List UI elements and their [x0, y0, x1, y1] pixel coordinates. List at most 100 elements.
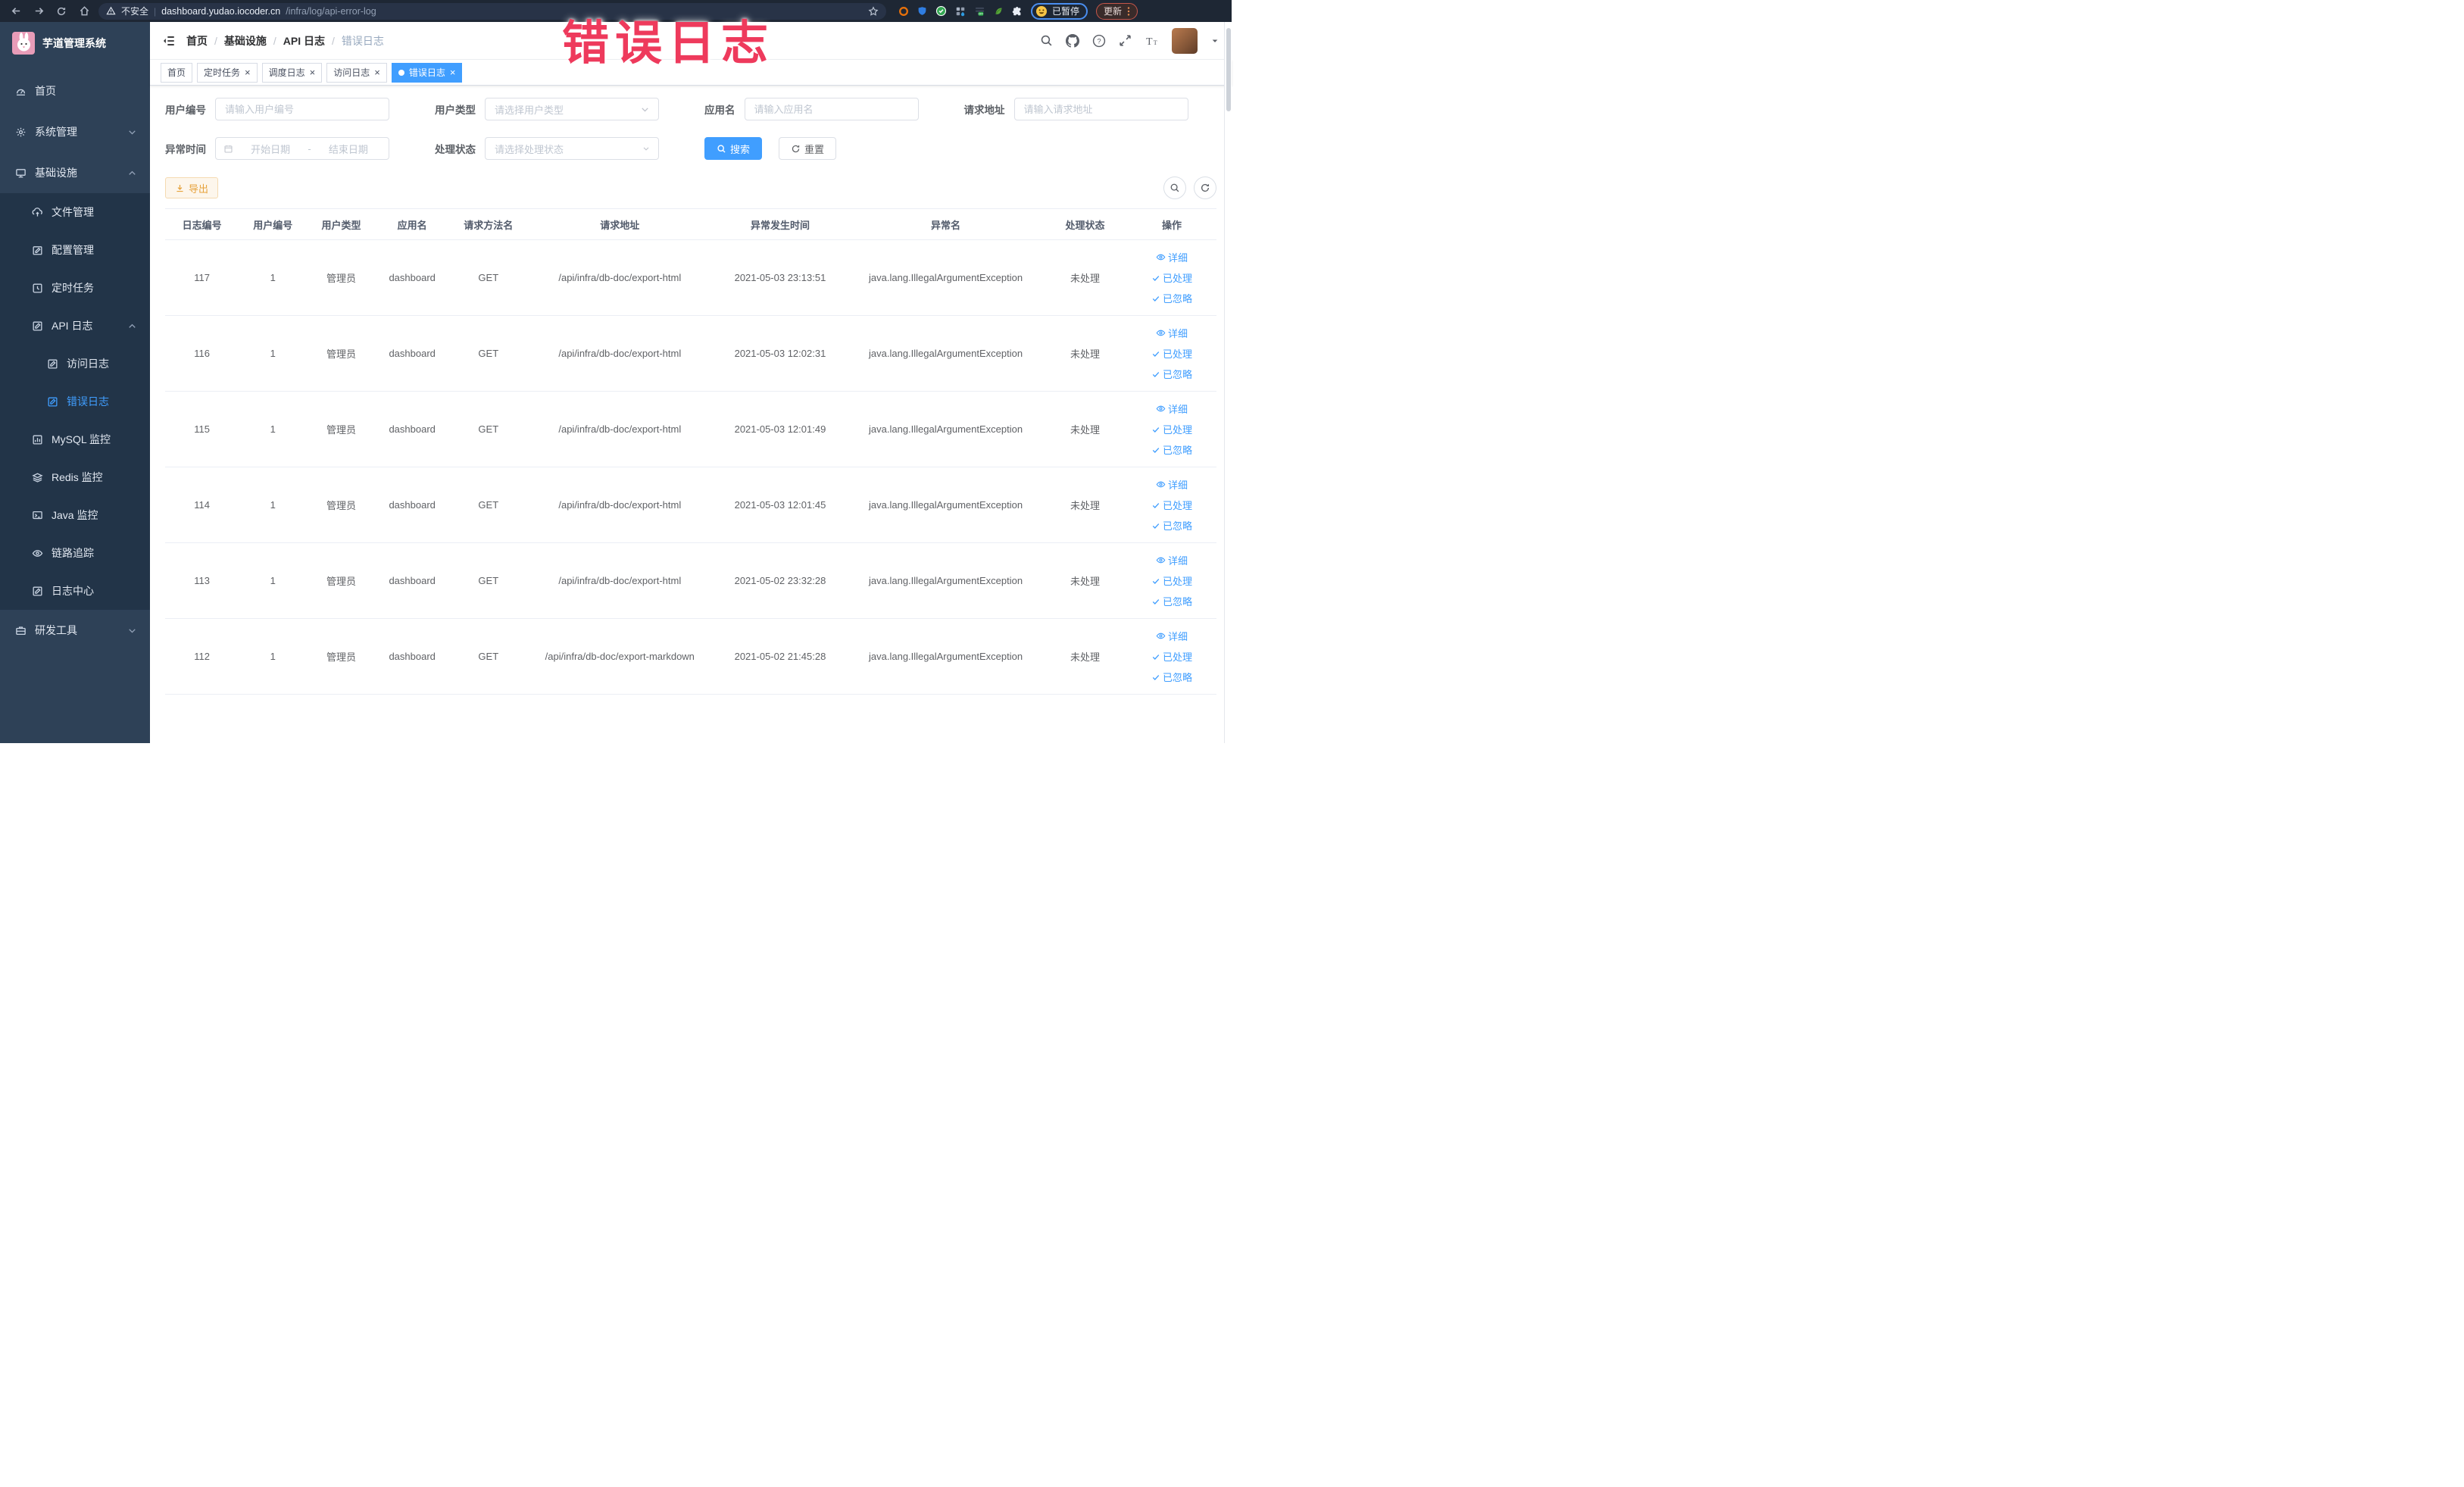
docs-help-icon[interactable]: ?: [1092, 34, 1106, 48]
refresh-table-button[interactable]: [1194, 177, 1216, 199]
tab-job-log[interactable]: 调度日志 ×: [261, 62, 323, 83]
reset-button[interactable]: 重置: [779, 137, 837, 160]
sidebar-item-tracing[interactable]: 链路追踪: [0, 534, 150, 572]
close-icon[interactable]: ×: [245, 67, 251, 77]
extensions-puzzle-icon[interactable]: [1012, 6, 1023, 17]
cell-id: 114: [194, 499, 210, 511]
caret-down-icon[interactable]: [1210, 36, 1220, 45]
detail-action[interactable]: 详细: [1156, 401, 1188, 416]
breadcrumb-home[interactable]: 首页: [186, 33, 208, 48]
search-button[interactable]: 搜索: [704, 137, 763, 160]
processed-action[interactable]: 已处理: [1151, 270, 1192, 285]
tab-job[interactable]: 定时任务 ×: [197, 62, 258, 83]
processed-action[interactable]: 已处理: [1151, 573, 1192, 588]
processed-action[interactable]: 已处理: [1151, 649, 1192, 664]
column-header: 用户编号: [253, 219, 293, 231]
toggle-search-button[interactable]: [1163, 177, 1186, 199]
cell-user-type: 管理员: [326, 273, 356, 284]
sidebar-item-job[interactable]: 定时任务: [0, 269, 150, 307]
bookmark-star-icon[interactable]: [868, 5, 879, 17]
sidebar-item-api-log[interactable]: API 日志: [0, 307, 150, 345]
update-button[interactable]: 更新: [1096, 2, 1138, 20]
layers-icon: [32, 472, 43, 483]
hamburger-icon[interactable]: [162, 34, 176, 48]
detail-action[interactable]: 详细: [1156, 326, 1188, 340]
extension-icon[interactable]: [935, 5, 947, 17]
sidebar-item-access-log[interactable]: 访问日志: [0, 345, 150, 383]
export-button[interactable]: 导出: [165, 177, 219, 198]
page-scrollbar[interactable]: [1224, 22, 1232, 743]
table-row: 113 1 管理员 dashboard GET/api/infra/db-doc/exp…: [165, 543, 1216, 619]
font-size-icon[interactable]: TT: [1145, 34, 1159, 47]
detail-action[interactable]: 详细: [1156, 629, 1188, 643]
user-id-field[interactable]: [215, 98, 389, 120]
scrollbar-thumb[interactable]: [1226, 28, 1231, 111]
menu-kebab-icon[interactable]: [1127, 6, 1130, 17]
extension-icon[interactable]: [994, 6, 1004, 16]
ignore-action[interactable]: 已忽略: [1151, 670, 1192, 684]
sidebar-item-infra[interactable]: 基础设施: [0, 152, 150, 193]
req-url-field-group: 请求地址: [964, 98, 1188, 120]
processed-action[interactable]: 已处理: [1151, 346, 1192, 361]
home-button[interactable]: [76, 3, 92, 20]
date-start-placeholder[interactable]: 开始日期: [238, 142, 303, 156]
security-label[interactable]: 不安全: [121, 5, 148, 17]
user-id-field-group: 用户编号: [165, 98, 389, 120]
user-type-field[interactable]: 请选择用户类型: [485, 98, 659, 120]
breadcrumb-api-log[interactable]: API 日志: [283, 33, 325, 48]
date-range-picker[interactable]: 开始日期 - 结束日期: [215, 137, 389, 160]
cell-user-type: 管理员: [326, 651, 356, 663]
ignore-action[interactable]: 已忽略: [1151, 518, 1192, 533]
tab-error-log[interactable]: 错误日志 ×: [391, 62, 463, 83]
sidebar-item-label: 定时任务: [52, 282, 94, 294]
extension-icon[interactable]: [898, 6, 909, 17]
back-button[interactable]: [8, 3, 24, 20]
detail-action[interactable]: 详细: [1156, 477, 1188, 492]
forward-button[interactable]: [30, 3, 47, 20]
github-icon[interactable]: [1066, 33, 1079, 48]
close-icon[interactable]: ×: [374, 67, 380, 77]
processed-action[interactable]: 已处理: [1151, 422, 1192, 436]
sidebar-item-error-log[interactable]: 错误日志: [0, 383, 150, 420]
sidebar-item-label: 系统管理: [35, 126, 77, 138]
sidebar-item-log-center[interactable]: 日志中心: [0, 572, 150, 610]
ignore-action[interactable]: 已忽略: [1151, 442, 1192, 457]
close-icon[interactable]: ×: [310, 67, 316, 77]
cell-url: /api/infra/db-doc/export-html: [558, 423, 682, 435]
sidebar-item-redis[interactable]: Redis 监控: [0, 458, 150, 496]
svg-text:?: ?: [1097, 37, 1101, 45]
extension-icon[interactable]: [955, 6, 966, 17]
extension-icon[interactable]: [917, 6, 927, 16]
clock-icon: [32, 283, 43, 294]
column-header: 请求地址: [600, 219, 640, 231]
status-select[interactable]: 请选择处理状态: [485, 137, 659, 160]
search-icon[interactable]: [1040, 34, 1053, 47]
ignore-action[interactable]: 已忽略: [1151, 367, 1192, 381]
sidebar-item-file[interactable]: 文件管理: [0, 193, 150, 231]
tab-home[interactable]: 首页: [161, 62, 193, 83]
ignore-action[interactable]: 已忽略: [1151, 291, 1192, 305]
detail-action[interactable]: 详细: [1156, 250, 1188, 264]
sidebar-item-config[interactable]: 配置管理: [0, 231, 150, 269]
breadcrumb-infra[interactable]: 基础设施: [224, 33, 267, 48]
fullscreen-icon[interactable]: [1119, 34, 1132, 47]
sidebar-item-mysql[interactable]: MySQL 监控: [0, 420, 150, 458]
tab-access-log[interactable]: 访问日志 ×: [326, 62, 387, 83]
date-end-placeholder[interactable]: 结束日期: [316, 142, 381, 156]
sidebar-item-system[interactable]: 系统管理: [0, 111, 150, 152]
sidebar-item-java[interactable]: Java 监控: [0, 496, 150, 534]
extension-icon[interactable]: OFF: [974, 5, 985, 17]
close-icon[interactable]: ×: [450, 67, 456, 77]
profile-badge[interactable]: 已暂停: [1031, 2, 1088, 20]
sidebar-item-dev-tools[interactable]: 研发工具: [0, 610, 150, 651]
ignore-action[interactable]: 已忽略: [1151, 594, 1192, 608]
reload-button[interactable]: [53, 3, 70, 20]
processed-action[interactable]: 已处理: [1151, 498, 1192, 512]
app-logo[interactable]: 芋道管理系统: [0, 22, 150, 64]
req-url-field[interactable]: [1013, 98, 1188, 120]
avatar[interactable]: [1172, 27, 1198, 54]
detail-action[interactable]: 详细: [1156, 553, 1188, 567]
cell-actions: 详细 已处理 已忽略: [1127, 629, 1216, 684]
sidebar-item-home[interactable]: 首页: [0, 70, 150, 111]
app-name-field[interactable]: [744, 98, 919, 120]
